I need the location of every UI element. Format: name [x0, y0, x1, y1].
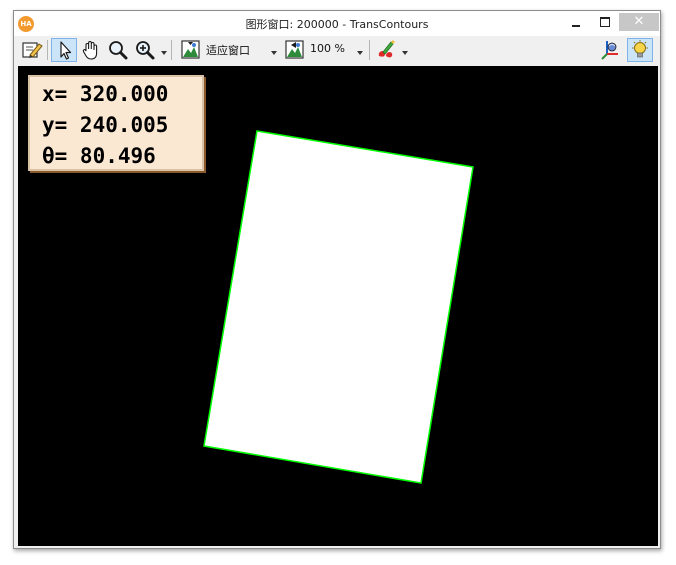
toolbar-separator — [47, 40, 48, 60]
toolbar: 适应窗口 100 % — [14, 36, 660, 64]
pan-tool-button[interactable] — [79, 38, 103, 62]
readout-theta: θ= 80.496 — [42, 144, 156, 168]
pointer-icon — [60, 41, 72, 60]
fit-window-chevron-down-icon[interactable] — [271, 51, 277, 55]
minimize-button[interactable] — [563, 13, 589, 31]
toolbar-separator — [171, 40, 172, 60]
zoom-percent-icon — [285, 40, 304, 59]
draw-color-icon — [378, 40, 395, 58]
fit-window-label[interactable]: 适应窗口 — [206, 42, 250, 58]
maximize-button[interactable] — [591, 13, 617, 31]
close-icon: ✕ — [633, 14, 645, 29]
fit-window-icon — [181, 40, 200, 59]
edit-settings-button[interactable] — [20, 38, 44, 62]
graphics-canvas[interactable]: x= 320.000 y= 240.005 θ= 80.496 — [18, 66, 658, 546]
axis-3d-icon — [601, 41, 618, 60]
close-button[interactable]: ✕ — [619, 13, 659, 31]
fit-window-button[interactable] — [180, 38, 204, 62]
zoom-in-button[interactable] — [133, 38, 157, 62]
pointer-tool-button[interactable] — [51, 38, 77, 62]
zoom-percent-chevron-down-icon[interactable] — [357, 51, 363, 55]
pan-hand-icon — [82, 40, 98, 60]
graphics-window: HA 图形窗口: 200000 - TransContours ✕ 适应窗口 1… — [13, 10, 661, 549]
zoom-percent-button[interactable] — [284, 38, 308, 62]
minimize-icon — [572, 25, 580, 27]
title-bar[interactable]: HA 图形窗口: 200000 - TransContours ✕ — [14, 11, 660, 36]
info-bulb-button[interactable] — [627, 38, 653, 62]
magnify-tool-button[interactable] — [106, 38, 130, 62]
zoom-dropdown-chevron-down-icon[interactable] — [161, 51, 167, 55]
edit-settings-icon — [22, 42, 43, 58]
readout-x: x= 320.000 — [42, 82, 169, 106]
zoom-percent-label[interactable]: 100 % — [310, 42, 345, 55]
toolbar-separator — [369, 40, 370, 60]
axis-3d-button[interactable] — [598, 38, 622, 62]
zoom-in-icon — [136, 41, 155, 60]
readout-y: y= 240.005 — [42, 113, 169, 137]
draw-color-button[interactable] — [374, 38, 398, 62]
info-bulb-icon — [632, 40, 648, 58]
coordinate-readout: x= 320.000 y= 240.005 θ= 80.496 — [28, 75, 204, 171]
magnify-icon — [109, 41, 128, 60]
draw-color-chevron-down-icon[interactable] — [402, 51, 408, 55]
transformed-rectangle-region — [204, 131, 473, 483]
maximize-icon — [600, 17, 610, 27]
